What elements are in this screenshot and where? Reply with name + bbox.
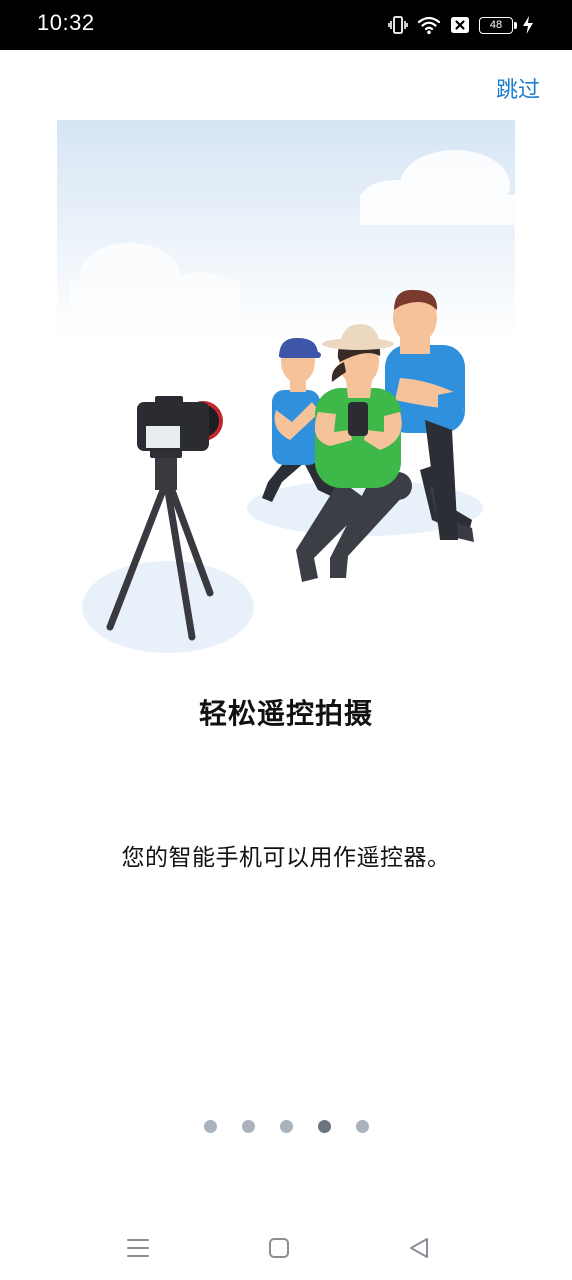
charging-icon	[522, 15, 534, 35]
skip-button[interactable]: 跳过	[496, 72, 540, 104]
page-title: 轻松遥控拍摄	[198, 697, 373, 730]
no-sim-icon	[450, 16, 470, 34]
menu-icon[interactable]	[124, 1234, 152, 1262]
page-dot[interactable]	[279, 1120, 293, 1133]
wifi-icon	[417, 15, 441, 35]
page-dot[interactable]	[203, 1120, 217, 1133]
camera	[137, 396, 223, 451]
page-description: 您的智能手机可以用作遥控器。	[121, 845, 451, 871]
page-indicator	[0, 1120, 572, 1134]
status-time: 10:32	[37, 10, 95, 35]
back-icon[interactable]	[406, 1234, 434, 1262]
status-icons: 48	[388, 13, 534, 37]
page-dot[interactable]	[241, 1120, 255, 1133]
phone-in-hand	[348, 402, 368, 436]
onboarding-illustration	[0, 110, 572, 670]
vibrate-icon	[388, 15, 408, 35]
status-bar: 10:32 48	[0, 0, 572, 50]
page-dot[interactable]	[355, 1120, 369, 1133]
home-icon[interactable]	[265, 1234, 293, 1262]
page-dot-active[interactable]	[317, 1120, 331, 1133]
battery-icon: 48	[479, 16, 517, 34]
navigation-bar	[0, 1212, 572, 1280]
tripod-shadow	[82, 561, 254, 653]
